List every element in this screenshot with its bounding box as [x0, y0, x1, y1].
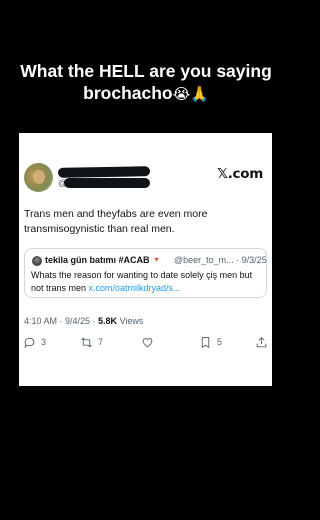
author-name-redacted — [57, 166, 151, 178]
quoted-link[interactable]: x.com/oatmilkdryad/s... — [89, 283, 181, 293]
quoted-tweet[interactable]: tekila gün batımı #ACAB 🔻 @beer_to_m... … — [24, 248, 267, 298]
reply-button[interactable]: 3 — [23, 333, 46, 351]
tweet-timestamp: 4:10 AM · 9/4/25 · 5.8K Views — [24, 316, 143, 326]
caption-line-2-text: brochacho — [83, 83, 173, 103]
x-logo: 𝕏.com — [217, 166, 263, 182]
like-button[interactable] — [141, 333, 159, 351]
author-avatar[interactable] — [24, 163, 53, 192]
caption-emoji: 😭🙏 — [172, 85, 209, 103]
author-handle-redacted — [64, 178, 150, 188]
repost-icon — [81, 337, 92, 347]
quoted-author-name: tekila gün batımı #ACAB 🔻 — [45, 255, 161, 265]
bookmark-icon — [201, 336, 210, 348]
like-icon — [142, 337, 153, 347]
share-button[interactable] — [255, 333, 268, 351]
caption-line-1: What the HELL are you saying — [20, 61, 272, 81]
timestamp-time: 4:10 AM · 9/4/25 · — [24, 316, 99, 326]
red-triangle-icon: 🔻 — [152, 257, 161, 264]
share-icon — [256, 336, 267, 347]
reply-icon — [24, 337, 35, 348]
tweet-header: @ 𝕏.com — [24, 163, 267, 195]
repost-count: 7 — [98, 337, 104, 347]
quoted-handle-date: @beer_to_m... · 9/3/25 — [174, 255, 267, 265]
bookmark-count: 5 — [217, 337, 223, 347]
tweet-card[interactable]: @ 𝕏.com Trans men and theyfabs are even … — [19, 133, 272, 386]
action-bar: 3 7 5 — [23, 333, 267, 353]
tweet-text: Trans men and theyfabs are even more tra… — [24, 208, 208, 235]
views-label: Views — [117, 316, 144, 326]
quoted-author-avatar — [32, 256, 42, 266]
reply-count: 3 — [41, 337, 47, 347]
quoted-tweet-text: Whats the reason for wanting to date sol… — [31, 269, 263, 294]
views-count: 5.8K — [98, 316, 118, 326]
video-caption: What the HELL are you saying brochacho😭🙏 — [0, 60, 292, 105]
caption-line-2: brochacho😭🙏 — [0, 82, 292, 105]
bookmark-button[interactable]: 5 — [199, 333, 222, 351]
repost-button[interactable]: 7 — [80, 333, 103, 351]
quoted-author-name-text: tekila gün batımı #ACAB — [45, 255, 150, 265]
